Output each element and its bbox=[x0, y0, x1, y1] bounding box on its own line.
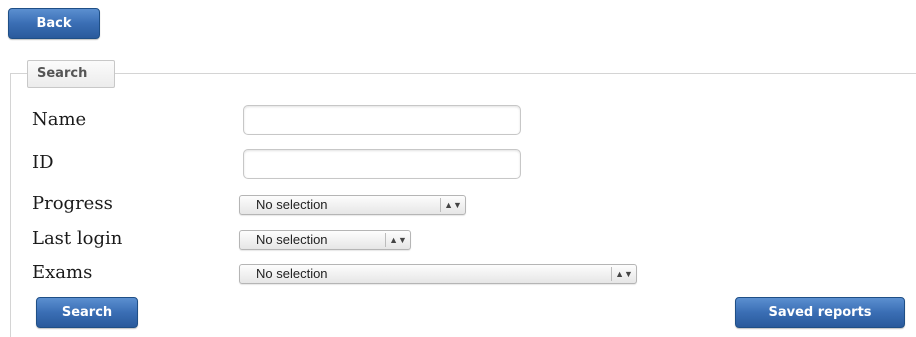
search-fieldset-border-top-left bbox=[10, 73, 28, 74]
last-login-label: Last login bbox=[32, 228, 123, 249]
back-button[interactable]: Back bbox=[8, 8, 100, 39]
last-login-select[interactable]: No selection ▲▼ bbox=[239, 230, 411, 250]
up-down-chevron-icon: ▲▼ bbox=[389, 235, 407, 245]
search-button[interactable]: Search bbox=[36, 297, 138, 328]
search-fieldset-legend: Search bbox=[27, 60, 115, 88]
exams-label: Exams bbox=[32, 262, 93, 283]
name-input[interactable] bbox=[243, 105, 521, 135]
search-fieldset-border-top-right bbox=[115, 73, 916, 74]
last-login-select-value: No selection bbox=[256, 232, 328, 247]
name-label: Name bbox=[32, 109, 87, 130]
up-down-chevron-icon: ▲▼ bbox=[615, 269, 633, 279]
up-down-chevron-icon: ▲▼ bbox=[444, 200, 462, 210]
id-label: ID bbox=[32, 152, 54, 173]
id-input[interactable] bbox=[243, 149, 521, 179]
exams-select[interactable]: No selection ▲▼ bbox=[239, 264, 637, 284]
progress-select[interactable]: No selection ▲▼ bbox=[239, 195, 466, 215]
saved-reports-button[interactable]: Saved reports bbox=[735, 297, 905, 328]
progress-select-value: No selection bbox=[256, 197, 328, 212]
exams-select-value: No selection bbox=[256, 266, 328, 281]
search-fieldset-border-left bbox=[10, 73, 11, 337]
progress-label: Progress bbox=[32, 193, 113, 214]
